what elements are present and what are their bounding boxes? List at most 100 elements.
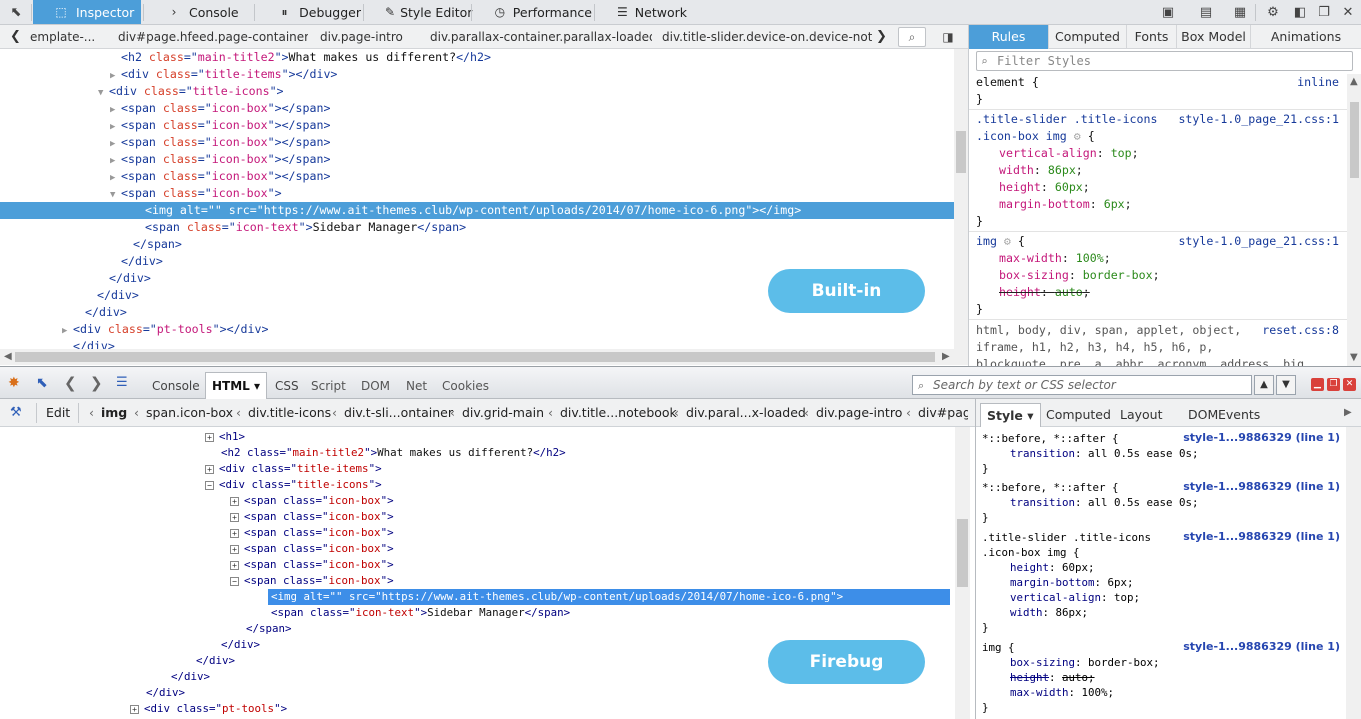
detach-firebug-icon[interactable]: ❐ — [1327, 378, 1340, 391]
breadcrumb-item[interactable]: img — [101, 399, 127, 427]
selected-html-node[interactable]: <img alt="" src="https://www.ait-themes.… — [268, 589, 950, 605]
html-node[interactable]: </span> — [246, 621, 292, 637]
expand-node-icon[interactable]: + — [230, 512, 239, 522]
toggle-sidebar-icon[interactable]: ◨ — [940, 28, 956, 46]
side-tabs-more-icon[interactable]: ▶ — [1344, 407, 1352, 418]
markup-horizontal-scrollbar[interactable]: ◀ ▶ — [0, 349, 968, 365]
markup-node[interactable]: ▼ <div class="title-icons"> — [0, 83, 954, 100]
markup-node[interactable]: ▶ <span class="icon-box"></span> — [0, 134, 954, 151]
tab-console[interactable]: › Console — [146, 0, 252, 24]
firebug-tab-cookies[interactable]: Cookies — [442, 373, 489, 399]
breadcrumb-item[interactable]: emplate-... — [30, 25, 95, 49]
markup-node[interactable]: ▶ <span class="icon-box"></span> — [0, 100, 954, 117]
markup-node[interactable]: ▶ <span class="icon-box"></span> — [0, 117, 954, 134]
html-node[interactable]: + <span class="icon-box"> — [230, 525, 394, 541]
expand-node-icon[interactable]: + — [230, 544, 239, 554]
html-node[interactable]: + <div class="pt-tools"> — [130, 701, 287, 717]
tab-debugger[interactable]: ⏸ Debugger — [257, 0, 361, 24]
style-source-link[interactable]: style-1...9886329 (line 1) — [1183, 480, 1340, 493]
breadcrumb-item[interactable]: div#page.hfeed.page-container — [118, 25, 308, 49]
html-node[interactable]: − <div class="title-icons"> — [205, 477, 382, 493]
html-node[interactable]: + <span class="icon-box"> — [230, 557, 394, 573]
settings-gear-icon[interactable]: ⚙ — [1263, 3, 1283, 21]
breadcrumb-item[interactable]: div#pag — [918, 399, 968, 427]
markup-node[interactable]: ▼ <span class="icon-box"> — [0, 185, 954, 202]
css-declaration[interactable]: width: 86px; — [1010, 605, 1088, 620]
css-declaration[interactable]: height: auto; — [999, 284, 1090, 301]
breadcrumb-item[interactable]: span.icon-box — [146, 399, 233, 427]
selected-markup-node[interactable]: <img alt="" src="https://www.ait-themes.… — [0, 202, 954, 219]
css-declaration[interactable]: height: auto; — [1010, 670, 1095, 685]
html-node[interactable]: <h2 class="main-title2">What makes us di… — [221, 445, 566, 461]
search-prev-icon[interactable]: ▲ — [1254, 375, 1274, 395]
tab-network[interactable]: ☰ Network — [597, 0, 687, 24]
close-devtools-icon[interactable]: ✕ — [1338, 3, 1358, 21]
firebug-side-tab-style[interactable]: Style ▾ — [980, 403, 1041, 427]
firebug-tab-net[interactable]: Net — [406, 373, 427, 399]
html-node[interactable]: + <span class="icon-box"> — [230, 509, 394, 525]
firebug-bug-icon[interactable]: ✸ — [8, 375, 20, 391]
rules-scrollbar[interactable]: ▲ ▼ — [1347, 74, 1361, 366]
collapse-node-icon[interactable]: − — [205, 480, 214, 490]
breadcrumb-item[interactable]: div.title-icons — [248, 399, 331, 427]
html-node[interactable]: </div> — [221, 637, 260, 653]
minimize-firebug-icon[interactable]: ▁ — [1311, 378, 1324, 391]
breadcrumb-item[interactable]: div.paral...x-loaded — [686, 399, 806, 427]
dock-side-icon[interactable]: ◧ — [1290, 3, 1310, 21]
forward-arrow-icon[interactable]: ❯ — [90, 374, 103, 392]
back-arrow-icon[interactable]: ❮ — [64, 374, 77, 392]
undock-window-icon[interactable]: ❐ — [1314, 3, 1334, 21]
tab-dropdown-icon[interactable]: ▾ — [250, 379, 260, 393]
command-line-icon[interactable]: ☰ — [116, 375, 128, 390]
style-source-link[interactable]: style-1...9886329 (line 1) — [1183, 640, 1340, 653]
tab-style-editor[interactable]: ✎ Style Editor — [367, 0, 472, 24]
markup-node[interactable]: </span> — [0, 236, 954, 253]
markup-vertical-scrollbar[interactable] — [954, 49, 968, 349]
firebug-tree-scrollbar[interactable] — [955, 427, 970, 719]
style-dropdown-icon[interactable]: ▾ — [1023, 408, 1033, 423]
collapse-node-icon[interactable]: − — [230, 576, 239, 586]
firebug-side-tab-layout[interactable]: Layout — [1120, 403, 1163, 427]
inspect-element-icon[interactable]: ⬉ — [36, 375, 48, 391]
element-picker-icon[interactable]: ⬉ — [6, 3, 26, 21]
breadcrumb-item[interactable]: div.grid-main — [462, 399, 544, 427]
search-html-icon[interactable]: ⌕ — [898, 27, 926, 47]
expand-node-icon[interactable]: + — [230, 528, 239, 538]
split-console-icon[interactable]: ▤ — [1196, 3, 1216, 21]
css-declaration[interactable]: box-sizing: border-box; — [1010, 655, 1160, 670]
expand-node-icon[interactable]: + — [205, 432, 214, 442]
firebug-style-scrollbar[interactable] — [1346, 427, 1361, 719]
expand-node-icon[interactable]: + — [230, 560, 239, 570]
sidebar-tab-box-model[interactable]: Box Model — [1177, 25, 1251, 49]
firebug-side-tab-dom[interactable]: DOM — [1188, 403, 1218, 427]
rule-inline-source[interactable]: inline — [1297, 75, 1339, 89]
markup-node[interactable]: ▶ <span class="icon-box"></span> — [0, 151, 954, 168]
firebug-search-input[interactable]: ⌕ Search by text or CSS selector — [912, 375, 1252, 395]
firebug-tab-css[interactable]: CSS — [275, 373, 299, 399]
css-declaration[interactable]: max-width: 100%; — [999, 250, 1111, 267]
html-node[interactable]: + <div class="title-items"> — [205, 461, 382, 477]
markup-node[interactable]: <h2 class="main-title2">What makes us di… — [0, 49, 954, 66]
sidebar-tab-fonts[interactable]: Fonts — [1127, 25, 1177, 49]
html-node[interactable]: + <h1> — [205, 429, 245, 445]
breadcrumb-item[interactable]: div.t-sli...ontainer — [344, 399, 453, 427]
html-node[interactable]: </div> — [171, 669, 210, 685]
tab-performance[interactable]: ◷ Performance — [474, 0, 592, 24]
expand-node-icon[interactable]: + — [230, 496, 239, 506]
html-node[interactable]: <span class="icon-text">Sidebar Manager<… — [271, 605, 570, 621]
firebug-side-tab-events[interactable]: Events — [1218, 403, 1260, 427]
css-declaration[interactable]: width: 86px; — [999, 162, 1083, 179]
expand-node-icon[interactable]: + — [130, 704, 139, 714]
breadcrumb-item[interactable]: div.page-intro — [816, 399, 902, 427]
style-source-link[interactable]: style-1...9886329 (line 1) — [1183, 530, 1340, 543]
firebug-side-tab-computed[interactable]: Computed — [1046, 403, 1111, 427]
html-node[interactable]: </div> — [196, 653, 235, 669]
close-firebug-icon[interactable]: ✕ — [1343, 378, 1356, 391]
css-declaration[interactable]: vertical-align: top; — [1010, 590, 1140, 605]
rule-source-link[interactable]: reset.css:8 — [1262, 323, 1339, 337]
markup-node[interactable]: ▶ <div class="pt-tools"></div> — [0, 321, 954, 338]
dock-options-icon[interactable]: ▣ — [1158, 3, 1178, 21]
html-node[interactable]: + <span class="icon-box"> — [230, 493, 394, 509]
html-node[interactable]: − <span class="icon-box"> — [230, 573, 394, 589]
css-declaration[interactable]: box-sizing: border-box; — [999, 267, 1160, 284]
